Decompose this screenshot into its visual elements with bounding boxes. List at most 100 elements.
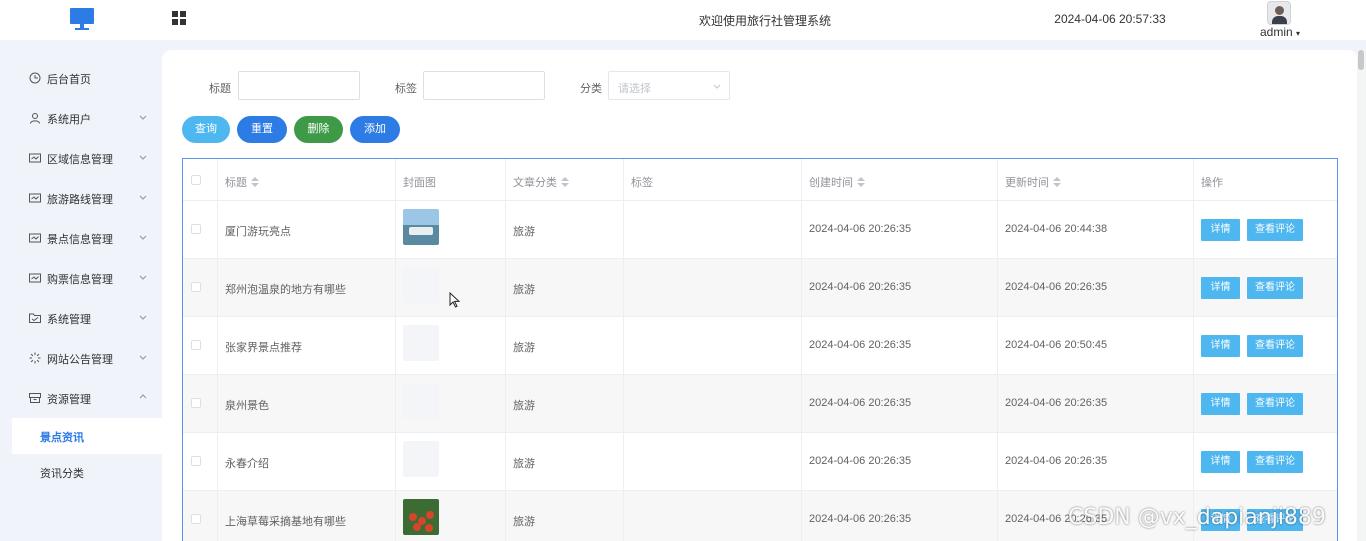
row-created: 2024-04-06 20:26:35 [809, 455, 912, 467]
top-header: 欢迎使用旅行社管理系统 2024-04-06 20:57:33 admin ▾ [0, 0, 1366, 40]
scrollbar-thumb[interactable] [1358, 50, 1364, 70]
row-title: 上海草莓采摘基地有哪些 [225, 516, 346, 528]
row-title: 郑州泡温泉的地方有哪些 [225, 284, 346, 296]
column-header-category[interactable]: 文章分类 [513, 174, 569, 190]
row-updated: 2024-04-06 20:26:35 [1005, 397, 1108, 409]
row-created: 2024-04-06 20:26:35 [809, 339, 912, 351]
sidebar-item-system-users[interactable]: 系统用户 [0, 99, 162, 139]
grid-menu-icon[interactable] [172, 11, 186, 25]
row-created: 2024-04-06 20:26:35 [809, 281, 912, 293]
column-header-created[interactable]: 创建时间 [809, 174, 865, 190]
sidebar-subitem-scenic-news[interactable]: 景点资讯 [12, 418, 162, 454]
caret-down-icon: ▾ [1296, 29, 1301, 38]
sort-icon [857, 177, 865, 187]
select-all-checkbox[interactable] [191, 175, 201, 185]
column-header-title[interactable]: 标题 [225, 174, 259, 190]
row-category: 旅游 [513, 458, 535, 470]
column-divider [801, 159, 802, 541]
view-comments-button[interactable]: 查看评论 [1247, 393, 1303, 415]
detail-button[interactable]: 详情 [1201, 451, 1240, 473]
detail-button[interactable]: 详情 [1201, 277, 1240, 299]
chevron-down-icon [139, 195, 147, 200]
sidebar-item-label: 系统管理 [47, 314, 91, 326]
cover-image [403, 267, 439, 303]
row-checkbox[interactable] [191, 456, 201, 466]
column-header-actions: 操作 [1201, 177, 1223, 189]
detail-button[interactable]: 详情 [1201, 393, 1240, 415]
view-comments-button[interactable]: 查看评论 [1247, 451, 1303, 473]
clock-icon [29, 72, 41, 84]
sidebar-item-announcements[interactable]: 网站公告管理 [0, 339, 162, 379]
row-checkbox[interactable] [191, 514, 201, 524]
row-checkbox[interactable] [191, 282, 201, 292]
add-button[interactable]: 添加 [350, 116, 400, 143]
delete-button[interactable]: 删除 [294, 116, 343, 143]
watermark: CSDN @vx_dapianji889 [1068, 505, 1326, 530]
sidebar-subitem-label: 资讯分类 [40, 468, 84, 480]
query-button[interactable]: 查询 [182, 116, 230, 143]
tag-filter-input[interactable] [423, 71, 545, 100]
title-filter-input[interactable] [238, 71, 360, 100]
column-divider [623, 159, 624, 541]
row-updated: 2024-04-06 20:50:45 [1005, 339, 1108, 351]
card-icon [29, 153, 41, 163]
table-row: 张家界景点推荐 旅游 2024-04-06 20:26:35 2024-04-0… [183, 317, 1337, 375]
row-title: 泉州景色 [225, 400, 269, 412]
detail-button[interactable]: 详情 [1201, 335, 1240, 357]
row-title: 张家界景点推荐 [225, 342, 302, 354]
user-menu[interactable]: admin ▾ [1255, 25, 1305, 39]
sidebar-item-label: 资源管理 [47, 394, 91, 406]
row-title: 永春介绍 [225, 458, 269, 470]
sidebar-subitem-news-category[interactable]: 资讯分类 [12, 454, 162, 490]
column-divider [217, 159, 218, 541]
title-filter-label: 标题 [209, 83, 231, 95]
table-row: 永春介绍 旅游 2024-04-06 20:26:35 2024-04-06 2… [183, 433, 1337, 491]
sidebar-item-system[interactable]: 系统管理 [0, 299, 162, 339]
sort-icon [251, 177, 259, 187]
sidebar-item-dashboard[interactable]: 后台首页 [0, 59, 162, 99]
sidebar-item-routes[interactable]: 旅游路线管理 [0, 179, 162, 219]
row-created: 2024-04-06 20:26:35 [809, 223, 912, 235]
card-icon [29, 193, 41, 203]
page-scrollbar[interactable] [1357, 50, 1365, 541]
row-checkbox[interactable] [191, 340, 201, 350]
column-divider [997, 159, 998, 541]
view-comments-button[interactable]: 查看评论 [1247, 335, 1303, 357]
cover-image [403, 209, 439, 245]
box-icon [29, 393, 41, 403]
table-row: 厦门游玩亮点 旅游 2024-04-06 20:26:35 2024-04-06… [183, 201, 1337, 259]
column-divider [1193, 159, 1194, 541]
sidebar-item-resources[interactable]: 资源管理 [0, 379, 162, 419]
cover-image [403, 441, 439, 477]
column-divider [395, 159, 396, 541]
row-title: 厦门游玩亮点 [225, 226, 291, 238]
reset-button[interactable]: 重置 [237, 116, 287, 143]
table-row: 泉州景色 旅游 2024-04-06 20:26:35 2024-04-06 2… [183, 375, 1337, 433]
sidebar-item-scenic[interactable]: 景点信息管理 [0, 219, 162, 259]
row-updated: 2024-04-06 20:26:35 [1005, 455, 1108, 467]
avatar[interactable] [1267, 1, 1291, 25]
sidebar: 后台首页 系统用户 区域信息管理 旅游路线管理 景点信息管理 购票信息管理 系统… [0, 40, 162, 541]
chevron-down-icon [139, 315, 147, 320]
sidebar-item-tickets[interactable]: 购票信息管理 [0, 259, 162, 299]
sidebar-item-region[interactable]: 区域信息管理 [0, 139, 162, 179]
detail-button[interactable]: 详情 [1201, 219, 1240, 241]
sidebar-item-label: 区域信息管理 [47, 154, 113, 166]
category-filter-label: 分类 [580, 83, 602, 95]
sidebar-item-label: 系统用户 [47, 114, 91, 126]
loading-icon [29, 352, 41, 364]
header-title: 欢迎使用旅行社管理系统 [698, 14, 831, 28]
row-category: 旅游 [513, 284, 535, 296]
view-comments-button[interactable]: 查看评论 [1247, 219, 1303, 241]
category-select[interactable]: 请选择 [608, 71, 730, 100]
row-checkbox[interactable] [191, 398, 201, 408]
articles-table: 标题 封面图 文章分类 标签 创建时间 更新时间 操作 厦门游玩亮点 旅游 20… [182, 158, 1338, 541]
chevron-down-icon [139, 115, 147, 120]
category-select-placeholder: 请选择 [618, 83, 651, 95]
column-header-updated[interactable]: 更新时间 [1005, 174, 1061, 190]
column-header-tag: 标签 [631, 177, 653, 189]
header-datetime: 2024-04-06 20:57:33 [1054, 12, 1166, 26]
view-comments-button[interactable]: 查看评论 [1247, 277, 1303, 299]
row-checkbox[interactable] [191, 224, 201, 234]
cover-image [403, 499, 439, 535]
